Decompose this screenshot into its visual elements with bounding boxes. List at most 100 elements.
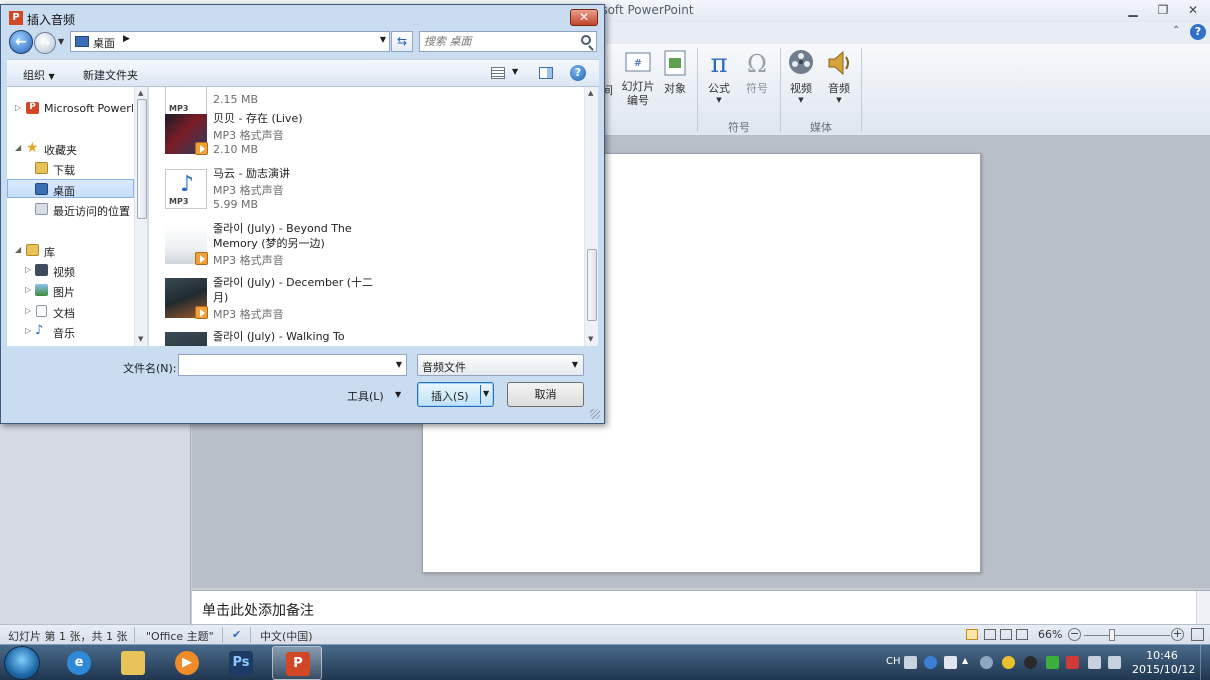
ribbon-collapse-icon[interactable]: ⌃ — [1172, 25, 1180, 36]
keyboard-icon[interactable] — [904, 656, 917, 669]
nav-item-powerpoint[interactable]: ▷ P Microsoft Powerl — [7, 99, 134, 118]
search-box[interactable] — [419, 31, 597, 52]
show-desktop-button[interactable] — [1200, 645, 1210, 680]
tray-expand-icon[interactable]: ▲ — [962, 656, 975, 669]
expand-icon[interactable]: ▷ — [25, 285, 31, 294]
slideshow-view-icon[interactable] — [1016, 629, 1028, 640]
user-tray-icon[interactable] — [980, 656, 993, 669]
file-list-scrollbar[interactable]: ▲ ▼ — [584, 87, 598, 346]
zoom-out-button[interactable]: − — [1068, 628, 1081, 641]
plus-tray-icon[interactable] — [1002, 656, 1015, 669]
breadcrumb-arrow-icon[interactable]: ▶ — [123, 34, 130, 44]
view-options-dropdown-icon[interactable]: ▼ — [512, 67, 518, 76]
preview-pane-icon[interactable] — [539, 67, 553, 79]
list-item[interactable]: 줄라이 (July) - December (十二月) MP3 格式声音 — [163, 275, 523, 329]
nav-item-pictures[interactable]: ▷ 图片 — [7, 281, 134, 300]
zoom-slider[interactable] — [1084, 635, 1170, 636]
spellcheck-icon[interactable]: ✔ — [232, 628, 241, 641]
scroll-up-icon[interactable]: ▲ — [588, 89, 593, 97]
symbol-button[interactable]: Ω 符号 — [742, 48, 772, 96]
nav-pane-scrollbar[interactable]: ▲ ▼ — [134, 87, 147, 346]
nav-item-desktop[interactable]: 桌面 — [7, 179, 134, 198]
address-dropdown-icon[interactable]: ▼ — [380, 35, 386, 44]
taskbar-app-ie[interactable]: e — [54, 646, 104, 680]
help-tray-icon[interactable] — [924, 656, 937, 669]
dialog-close-button[interactable]: ✕ — [570, 9, 598, 26]
list-item[interactable]: 贝贝 - 存在 (Live) MP3 格式声音 2.10 MB — [163, 111, 523, 165]
refresh-button[interactable]: ⇆ — [391, 31, 413, 52]
equation-button[interactable]: π 公式 ▼ — [704, 48, 734, 104]
search-icon[interactable] — [581, 35, 591, 45]
search-input[interactable] — [424, 34, 574, 49]
reading-view-icon[interactable] — [1000, 629, 1012, 640]
insert-options-dropdown-icon[interactable]: ▼ — [483, 389, 489, 398]
qq-icon[interactable] — [1024, 656, 1037, 669]
zoom-slider-thumb[interactable] — [1108, 629, 1115, 641]
expand-icon[interactable]: ▷ — [25, 265, 31, 274]
language[interactable]: 中文(中国) — [260, 628, 313, 644]
change-view-icon[interactable] — [491, 67, 505, 79]
notes-scrollbar[interactable] — [1196, 591, 1210, 625]
filename-history-dropdown-icon[interactable]: ▼ — [396, 360, 402, 369]
collapse-icon[interactable]: ◢ — [15, 143, 21, 152]
scroll-down-icon[interactable]: ▼ — [588, 335, 593, 343]
taskbar-app-media-player[interactable]: ▶ — [162, 646, 212, 680]
slide-number-button[interactable]: # 幻灯片 编号 — [620, 48, 656, 108]
tray-clock[interactable]: 10:46 2015/10/12 — [1132, 649, 1195, 677]
expand-icon[interactable]: ▷ — [25, 326, 31, 335]
help-icon[interactable]: ? — [570, 65, 586, 81]
scroll-down-icon[interactable]: ▼ — [138, 335, 143, 343]
collapse-icon[interactable]: ◢ — [15, 245, 21, 254]
recent-locations-dropdown-icon[interactable]: ▼ — [58, 37, 64, 46]
taskbar-app-photoshop[interactable]: Ps — [216, 646, 266, 680]
help-icon[interactable]: ? — [1190, 24, 1206, 40]
back-button[interactable]: ← — [9, 30, 33, 54]
organize-button[interactable]: 组织 ▼ — [23, 67, 55, 83]
nav-scroll-thumb[interactable] — [137, 99, 147, 219]
fit-to-window-icon[interactable] — [1191, 628, 1204, 641]
notes-pane[interactable]: 单击此处添加备注 — [192, 590, 1210, 625]
taskbar-app-powerpoint[interactable]: P — [272, 646, 322, 680]
restore-button[interactable]: ❐ — [1150, 2, 1176, 18]
nav-item-music[interactable]: ▷ ♪ 音乐 — [7, 322, 134, 341]
audio-button[interactable]: 音频 ▼ — [824, 48, 854, 104]
expand-icon[interactable]: ▷ — [25, 306, 31, 315]
tools-button[interactable]: 工具(L) — [347, 388, 384, 404]
flag-tray-icon[interactable] — [1066, 656, 1079, 669]
nav-item-documents[interactable]: ▷ 文档 — [7, 302, 134, 321]
forward-button[interactable]: → — [34, 32, 56, 54]
address-bar[interactable]: 桌面 ▶ ▼ — [70, 31, 390, 52]
close-button[interactable]: ✕ — [1180, 2, 1206, 18]
cancel-button[interactable]: 取消 — [507, 382, 584, 407]
filename-input[interactable] — [182, 358, 382, 372]
list-item[interactable]: 줄라이 (July) - Walking To — [163, 329, 523, 346]
start-button[interactable] — [4, 646, 40, 680]
nav-item-recent-places[interactable]: 最近访问的位置 — [7, 200, 134, 219]
filetype-select[interactable]: 音频文件 ▼ — [417, 354, 584, 376]
expand-icon[interactable]: ▷ — [15, 103, 21, 112]
zoom-in-button[interactable]: + — [1171, 628, 1184, 641]
video-button[interactable]: 视频 ▼ — [786, 48, 816, 104]
address-breadcrumb-desktop[interactable]: 桌面 — [93, 35, 115, 51]
insert-button[interactable]: 插入(S) ▼ — [417, 382, 494, 407]
filename-field[interactable]: ▼ — [178, 354, 407, 376]
nav-item-favorites[interactable]: ◢ ★ 收藏夹 — [7, 139, 134, 158]
normal-view-icon[interactable] — [966, 629, 978, 640]
zoom-level[interactable]: 66% — [1038, 628, 1062, 641]
taskbar-app-explorer[interactable] — [108, 646, 158, 680]
network-icon[interactable] — [1088, 656, 1101, 669]
new-folder-button[interactable]: 新建文件夹 — [83, 67, 138, 83]
nav-item-libraries[interactable]: ◢ 库 — [7, 241, 134, 260]
nav-item-downloads[interactable]: 下载 — [7, 159, 134, 178]
list-item[interactable]: 줄라이 (July) - Beyond The Memory (梦的另一边) M… — [163, 221, 523, 275]
tray-language[interactable]: CH — [886, 656, 901, 667]
slide-sorter-view-icon[interactable] — [984, 629, 996, 640]
security-shield-icon[interactable] — [1046, 656, 1059, 669]
object-button[interactable]: 对象 — [660, 48, 690, 96]
minimize-button[interactable]: ▁ — [1120, 2, 1146, 18]
ime-settings-icon[interactable] — [944, 656, 957, 669]
volume-icon[interactable] — [1108, 656, 1121, 669]
resize-grip[interactable] — [590, 409, 600, 419]
nav-item-videos[interactable]: ▷ 视频 — [7, 261, 134, 280]
tools-dropdown-icon[interactable]: ▼ — [395, 390, 401, 399]
